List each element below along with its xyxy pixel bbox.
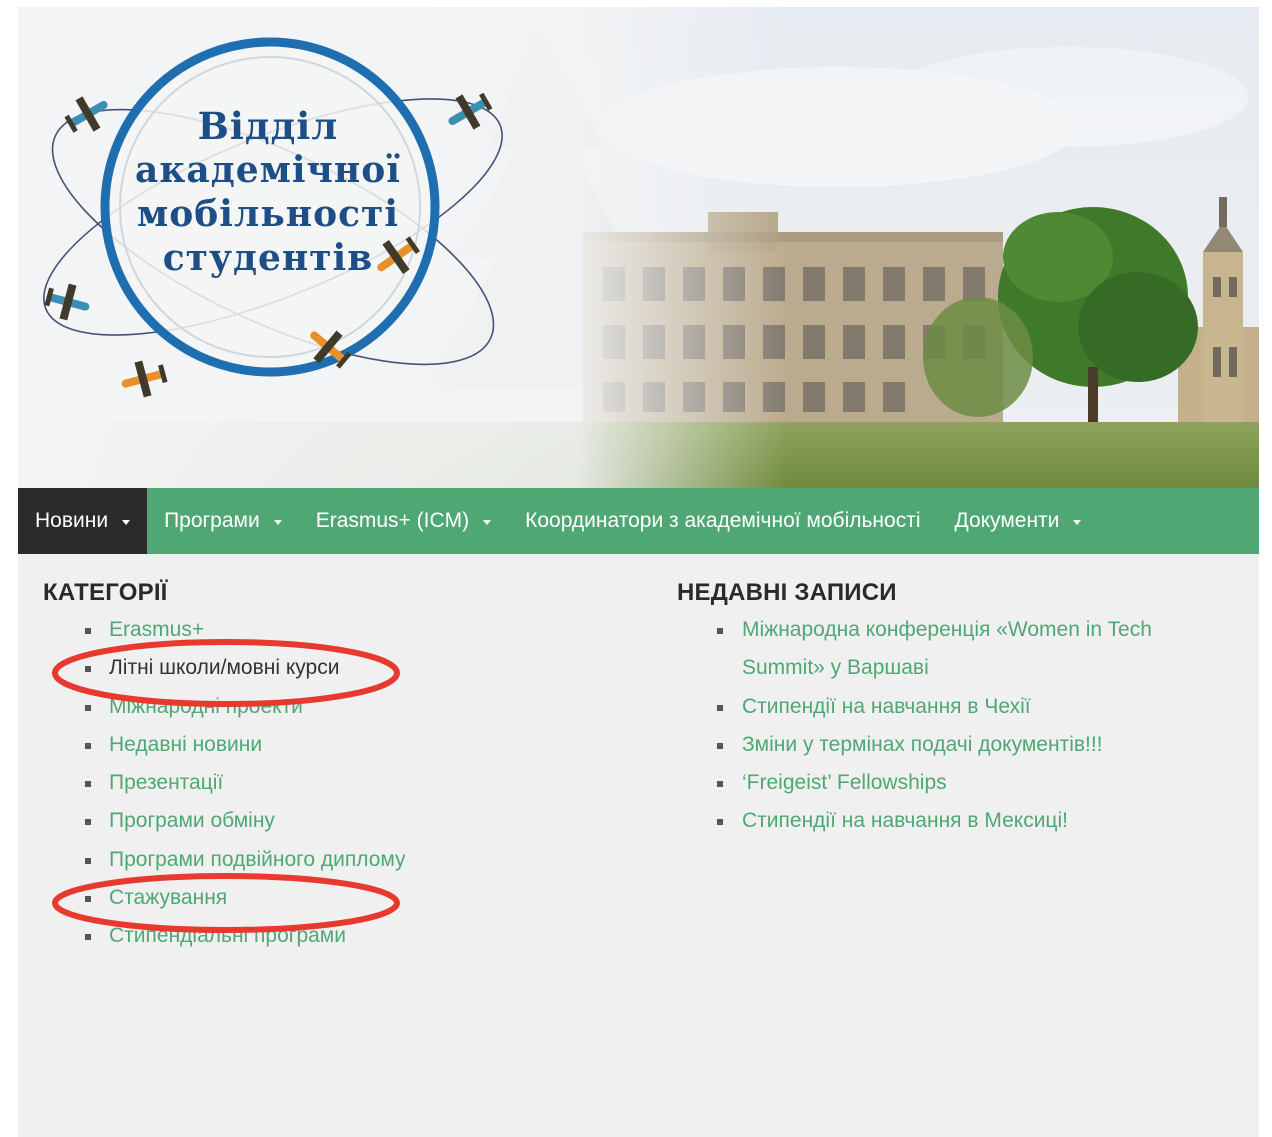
recent-posts-widget: НЕДАВНІ ЗАПИСИ Міжнародна конференція «W…: [677, 579, 1217, 841]
caret-down-icon: [1073, 519, 1082, 525]
nav-item-news[interactable]: Новини: [18, 488, 148, 554]
nav-item-label: Новини: [35, 509, 109, 532]
category-link-double-degree[interactable]: Програми подвійного диплому: [109, 848, 406, 871]
category-item: Недавні новини: [43, 726, 603, 764]
nav-item-label: Erasmus+ (ICM): [315, 509, 470, 532]
recent-post-item: Стипендії на навчання в Чехії: [677, 688, 1217, 726]
category-item: Міжнародні проекти: [43, 688, 603, 726]
recent-posts-title: НЕДАВНІ ЗАПИСИ: [677, 579, 897, 606]
category-link-erasmus[interactable]: Erasmus+: [109, 618, 204, 641]
nav-item-programs[interactable]: Програми: [147, 488, 299, 554]
logo-line: мобільності: [136, 193, 400, 235]
site-header-banner[interactable]: Відділ академічної мобільності студентів: [18, 7, 1259, 488]
nav-item-coordinators[interactable]: Координатори з академічної мобільності: [508, 488, 937, 554]
recent-post-link[interactable]: Стипендії на навчання в Чехії: [742, 695, 1031, 718]
recent-post-link[interactable]: Міжнародна конференція «Women in Tech Su…: [742, 618, 1152, 679]
main-navigation: Новини Програми Erasmus+ (ICM) Координат…: [18, 488, 1259, 554]
category-item: Erasmus+: [43, 611, 603, 649]
logo-line: академічної: [135, 149, 401, 191]
recent-post-item: ‘Freigeist’ Fellowships: [677, 764, 1217, 802]
caret-down-icon: [273, 519, 282, 525]
recent-post-link[interactable]: Зміни у термінах подачі документів!!!: [742, 733, 1103, 756]
recent-posts-list: Міжнародна конференція «Women in Tech Su…: [677, 611, 1217, 841]
category-link-scholarships[interactable]: Стипендіальні програми: [109, 924, 346, 947]
logo-line: Відділ: [197, 104, 339, 148]
categories-title: КАТЕГОРІЇ: [43, 579, 168, 606]
site-logo-text[interactable]: Відділ академічної мобільності студентів: [113, 104, 423, 280]
nav-item-label: Програми: [164, 509, 260, 532]
category-item: Програми подвійного диплому: [43, 841, 603, 879]
caret-down-icon: [122, 519, 131, 525]
category-item: Презентації: [43, 764, 603, 802]
nav-item-documents[interactable]: Документи: [938, 488, 1099, 554]
recent-post-item: Міжнародна конференція «Women in Tech Su…: [677, 611, 1217, 688]
category-item: Літні школи/мовні курси: [43, 649, 603, 687]
page: Відділ академічної мобільності студентів…: [18, 7, 1259, 1137]
logo-line: студентів: [162, 237, 374, 279]
categories-widget: КАТЕГОРІЇ Erasmus+ Літні школи/мовні кур…: [43, 579, 603, 956]
recent-post-link[interactable]: ‘Freigeist’ Fellowships: [742, 771, 947, 794]
recent-post-item: Зміни у термінах подачі документів!!!: [677, 726, 1217, 764]
nav-item-label: Документи: [954, 509, 1060, 532]
recent-post-link[interactable]: Стипендії на навчання в Мексиці!: [742, 809, 1068, 832]
category-link-internships[interactable]: Стажування: [109, 886, 227, 909]
nav-item-label: Координатори з академічної мобільності: [525, 509, 921, 532]
category-link-presentations[interactable]: Презентації: [109, 771, 223, 794]
category-link-recent-news[interactable]: Недавні новини: [109, 733, 262, 756]
category-item: Стажування: [43, 879, 603, 917]
nav-item-erasmus-icm[interactable]: Erasmus+ (ICM): [299, 488, 508, 554]
category-link-international-projects[interactable]: Міжнародні проекти: [109, 695, 303, 718]
recent-post-item: Стипендії на навчання в Мексиці!: [677, 802, 1217, 840]
categories-list: Erasmus+ Літні школи/мовні курси Міжнаро…: [43, 611, 603, 956]
category-item: Програми обміну: [43, 802, 603, 840]
category-item: Стипендіальні програми: [43, 917, 603, 955]
category-link-summer-schools[interactable]: Літні школи/мовні курси: [109, 656, 339, 679]
category-link-exchange-programs[interactable]: Програми обміну: [109, 809, 275, 832]
caret-down-icon: [483, 519, 492, 525]
